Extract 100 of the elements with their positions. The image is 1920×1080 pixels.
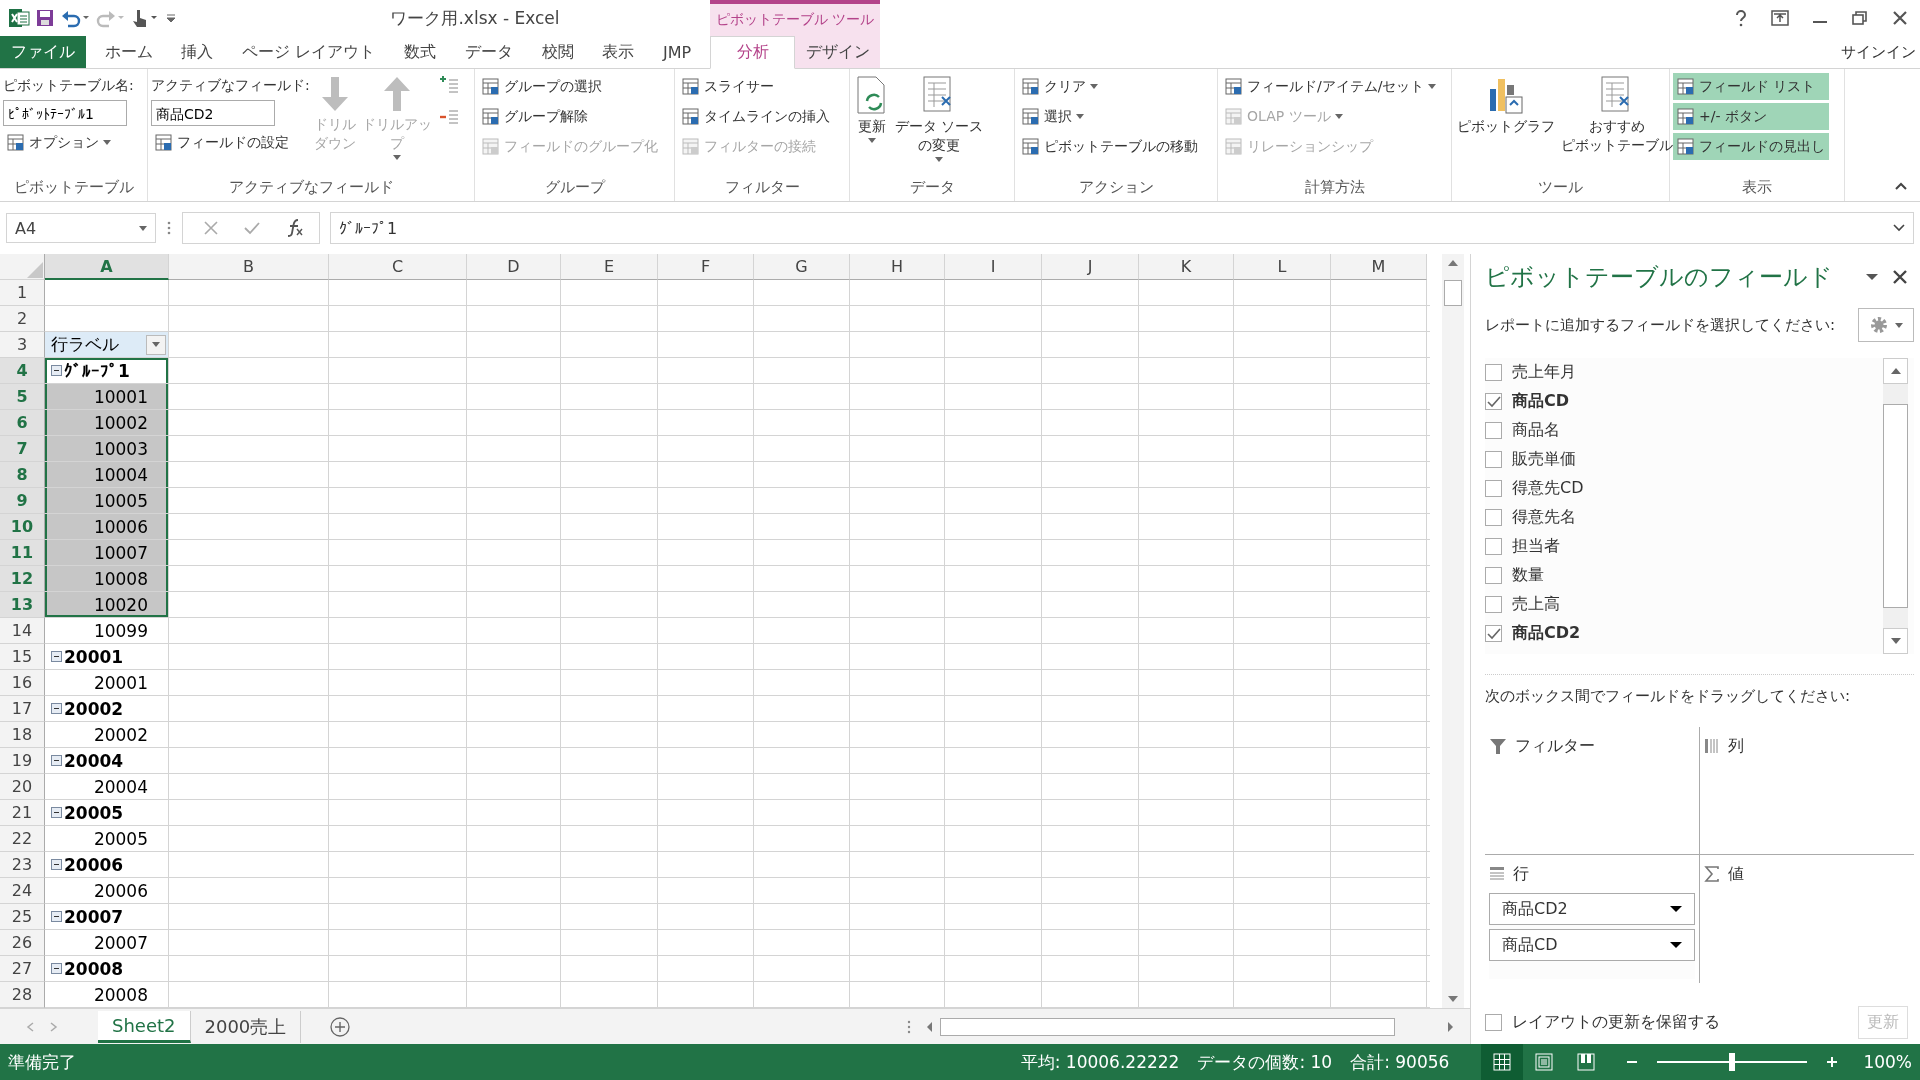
sheet-tab[interactable]: 2000売上 [190,1010,302,1043]
ribbon-button[interactable]: 選択 [1018,103,1202,130]
ribbon-tab[interactable]: 挿入 [171,36,224,68]
ribbon-tab[interactable]: 校閲 [531,36,584,68]
table-cell: 10001 [45,384,168,409]
ribbon-tab[interactable]: ホーム [94,36,163,68]
table-cell-text: 20006 [92,879,149,903]
column-header[interactable]: M [1331,254,1427,280]
field-name[interactable]: 得意先CD [1512,478,1584,499]
row-header[interactable]: 28 [0,982,45,1008]
field-name[interactable]: 販売単価 [1512,449,1576,470]
row-header[interactable]: 19 [0,748,45,774]
ribbon-tab[interactable]: 表示 [592,36,645,68]
column-header[interactable]: E [561,254,658,280]
ribbon-button[interactable]: グループ解除 [478,103,662,130]
ribbon-button[interactable]: フィールド/アイテム/セット [1221,73,1441,100]
field-name[interactable]: 数量 [1512,565,1544,586]
ribbon-tab[interactable]: デザイン [795,36,880,68]
ribbon-button[interactable]: フィールドの設定 [151,129,310,156]
field-name[interactable]: 商品CD [1512,391,1570,412]
column-header[interactable]: K [1139,254,1234,280]
pane-title: ピボットテーブルのフィールド [1485,262,1833,293]
column-header[interactable]: F [658,254,754,280]
row-header[interactable]: 7 [0,436,45,462]
row-header[interactable]: 1 [0,280,45,306]
zoom-level[interactable]: 100% [1863,1052,1912,1072]
name-field[interactable]: 商品CD2 [151,100,275,126]
field-name[interactable]: 売上高 [1512,594,1560,615]
row-header[interactable]: 6 [0,410,45,436]
row-header[interactable]: 10 [0,514,45,540]
row-header[interactable]: 5 [0,384,45,410]
ribbon-button[interactable]: スライサー [678,73,834,100]
row-header[interactable]: 15 [0,644,45,670]
column-header[interactable]: L [1234,254,1331,280]
row-header[interactable]: 22 [0,826,45,852]
column-header[interactable]: B [169,254,329,280]
row-header[interactable]: 20 [0,774,45,800]
name-field[interactable]: ﾋﾟﾎﾞｯﾄﾃｰﾌﾞﾙ1 [3,100,127,126]
field-chip[interactable]: 商品CD2 [1489,893,1695,925]
ribbon-button[interactable]: フィールド リスト [1673,73,1829,100]
row-header[interactable]: 21 [0,800,45,826]
ribbon-large-button[interactable]: ピボットグラフ [1455,73,1557,138]
field-name[interactable]: 商品CD2 [1512,623,1581,644]
name-box[interactable]: A4 [6,213,156,243]
field-name[interactable]: 商品名 [1512,420,1560,441]
ribbon-button[interactable]: クリア [1018,73,1202,100]
row-header[interactable]: 9 [0,488,45,514]
column-header[interactable]: H [850,254,945,280]
defer-label[interactable]: レイアウトの更新を保留する [1512,1011,1720,1033]
ribbon-tab[interactable]: ページ レイアウト [232,36,386,68]
sheet-tab[interactable]: Sheet2 [98,1010,191,1043]
group-label: アクション [1077,177,1155,198]
row-header[interactable]: 26 [0,930,45,956]
ribbon-button[interactable]: オプション [3,129,134,156]
ribbon-button[interactable]: グループの選択 [478,73,662,100]
ribbon-large-button[interactable]: 更新 [853,73,891,145]
ribbon-tab[interactable]: データ [454,36,523,68]
table-cell: 10007 [45,540,168,565]
sign-in-link[interactable]: サインイン [1841,42,1920,62]
row-header[interactable]: 4 [0,358,45,384]
group-label: フィルター [723,177,801,198]
pane-prompt: レポートに追加するフィールドを選択してください: [1485,315,1836,335]
field-name[interactable]: 得意先名 [1512,507,1576,528]
ribbon-button[interactable]: タイムラインの挿入 [678,103,834,130]
row-header[interactable]: 13 [0,592,45,618]
row-header[interactable]: 14 [0,618,45,644]
row-header[interactable]: 8 [0,462,45,488]
row-header[interactable]: 18 [0,722,45,748]
ribbon-tab[interactable]: 数式 [394,36,447,68]
column-header[interactable]: A [45,254,169,280]
row-header[interactable]: 27 [0,956,45,982]
area-label: フィルター [1515,735,1595,757]
ribbon-button[interactable]: フィールドの見出し [1673,133,1829,160]
file-tab[interactable]: ファイル [0,36,86,68]
column-header[interactable]: J [1042,254,1139,280]
field-chip[interactable]: 商品CD [1489,929,1695,961]
row-header[interactable]: 16 [0,670,45,696]
column-header[interactable]: D [467,254,561,280]
column-header[interactable]: G [754,254,850,280]
row-label: ｸﾞﾙｰﾌﾟ1 [64,360,130,381]
row-header[interactable]: 23 [0,852,45,878]
column-header[interactable]: C [329,254,467,280]
field-name[interactable]: 売上年月 [1512,362,1576,383]
ribbon-tab[interactable]: JMP [652,36,702,68]
row-header[interactable]: 3 [0,332,45,358]
formula-field[interactable]: ｸﾞﾙｰﾌﾟ1 [330,212,1914,244]
row-header[interactable]: 25 [0,904,45,930]
window-title: ワーク用.xlsx - Excel [389,6,561,30]
row-header[interactable]: 24 [0,878,45,904]
row-header[interactable]: 17 [0,696,45,722]
ribbon-large-button[interactable]: データ ソース の変更 [893,73,986,164]
field-name[interactable]: 担当者 [1512,536,1560,557]
row-header[interactable]: 2 [0,306,45,332]
ribbon-button[interactable]: +/- ボタン [1673,103,1829,130]
ribbon-tab[interactable]: 分析 [710,36,795,69]
row-header[interactable]: 11 [0,540,45,566]
row-header[interactable]: 12 [0,566,45,592]
column-header[interactable]: I [945,254,1042,280]
ribbon-button[interactable]: ピボットテーブルの移動 [1018,133,1202,160]
table-cell-text: 20008 [92,983,149,1007]
